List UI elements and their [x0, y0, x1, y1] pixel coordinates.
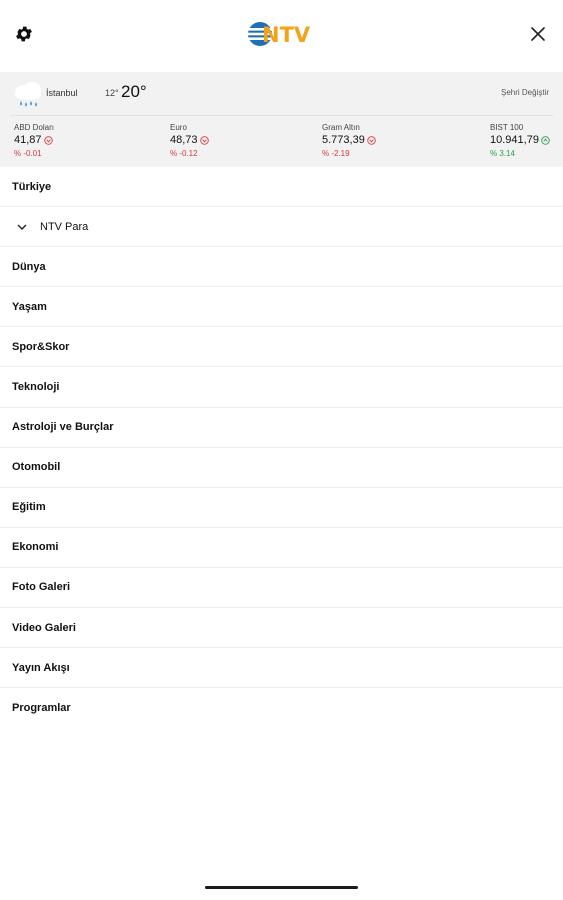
menu-item-label: Türkiye	[12, 180, 52, 193]
menu-item-yayin-akisi[interactable]: Yayın Akışı	[0, 648, 563, 689]
market-eur[interactable]: Euro 48,73 % -0.12	[170, 122, 209, 159]
weather-temp-min: 12°	[105, 88, 119, 98]
market-change: % -2.19	[322, 149, 350, 158]
menu-item-label: NTV Para	[40, 220, 89, 233]
change-city-link[interactable]: Şehri Değiştir	[501, 88, 549, 97]
weather-city: İstanbul	[46, 88, 78, 98]
market-value-row: 48,73	[170, 133, 209, 148]
menu-item-video-galeri[interactable]: Video Galeri	[0, 608, 563, 649]
market-value-row: 10.941,79	[490, 133, 550, 148]
arrow-down-icon	[43, 136, 53, 145]
menu-item-label: Foto Galeri	[12, 581, 71, 594]
home-indicator[interactable]	[205, 886, 358, 889]
menu-item-label: Teknoloji	[12, 381, 60, 394]
menu-item-egitim[interactable]: Eğitim	[0, 488, 563, 528]
divider	[10, 115, 553, 116]
market-value: 41,87	[14, 134, 42, 146]
menu-item-teknoloji[interactable]: Teknoloji	[0, 367, 563, 408]
app-header: NTV	[0, 0, 563, 72]
gear-icon[interactable]	[14, 24, 34, 44]
menu-item-ekonomi[interactable]: Ekonomi	[0, 528, 563, 568]
market-bist100[interactable]: BIST 100 10.941,79 % 3.14	[490, 122, 550, 159]
market-change: % -0.01	[14, 149, 42, 158]
market-label: Euro	[170, 123, 187, 132]
ntv-logo[interactable]: NTV	[247, 20, 317, 48]
menu-item-spor-skor[interactable]: Spor&Skor	[0, 327, 563, 368]
logo-text: NTV	[262, 23, 311, 47]
arrow-down-icon	[199, 136, 209, 145]
menu-item-label: Ekonomi	[12, 541, 59, 554]
arrow-down-icon	[367, 136, 376, 145]
market-change: % -0.12	[170, 149, 198, 158]
market-label: BIST 100	[490, 123, 524, 132]
category-menu: Türkiye NTV Para Dünya Yaşam Spor&Skor T…	[0, 167, 563, 728]
menu-item-otomobil[interactable]: Otomobil	[0, 448, 563, 488]
weather-temp-max: 20°	[121, 82, 147, 101]
menu-item-turkiye[interactable]: Türkiye	[0, 167, 563, 208]
arrow-up-icon	[541, 136, 550, 145]
weather-row: İstanbul 12° 20° Şehri Değiştir	[0, 72, 563, 116]
info-panel: İstanbul 12° 20° Şehri Değiştir ABD Dola…	[0, 72, 563, 167]
menu-item-dunya[interactable]: Dünya	[0, 247, 563, 288]
menu-item-label: Astroloji ve Burçlar	[12, 421, 114, 434]
market-change: % 3.14	[490, 149, 515, 158]
market-gold[interactable]: Gram Altın 5.773,39 % -2.19	[322, 122, 376, 159]
menu-item-astroloji[interactable]: Astroloji ve Burçlar	[0, 408, 563, 448]
market-value: 48,73	[170, 134, 198, 146]
market-value-row: 41,87	[14, 133, 54, 148]
market-label: Gram Altın	[322, 123, 360, 132]
market-value: 5.773,39	[322, 134, 365, 146]
market-usd[interactable]: ABD Doları 41,87 % -0.01	[14, 122, 54, 159]
menu-item-label: Yaşam	[12, 300, 47, 313]
market-value-row: 5.773,39	[322, 133, 376, 148]
market-value: 10.941,79	[490, 134, 539, 146]
menu-item-label: Spor&Skor	[12, 340, 70, 353]
menu-item-label: Yayın Akışı	[12, 661, 70, 674]
menu-item-label: Programlar	[12, 702, 71, 715]
close-icon[interactable]	[529, 25, 547, 43]
menu-item-foto-galeri[interactable]: Foto Galeri	[0, 568, 563, 609]
menu-item-label: Otomobil	[12, 461, 61, 474]
menu-item-label: Dünya	[12, 260, 46, 273]
rain-cloud-icon	[15, 82, 41, 107]
menu-item-label: Video Galeri	[12, 621, 76, 634]
chevron-down-icon[interactable]	[16, 223, 28, 231]
menu-item-label: Eğitim	[12, 501, 46, 514]
menu-item-ntv-para[interactable]: NTV Para	[0, 207, 563, 248]
menu-item-programlar[interactable]: Programlar	[0, 688, 563, 728]
menu-item-yasam[interactable]: Yaşam	[0, 287, 563, 328]
market-label: ABD Doları	[14, 123, 55, 132]
